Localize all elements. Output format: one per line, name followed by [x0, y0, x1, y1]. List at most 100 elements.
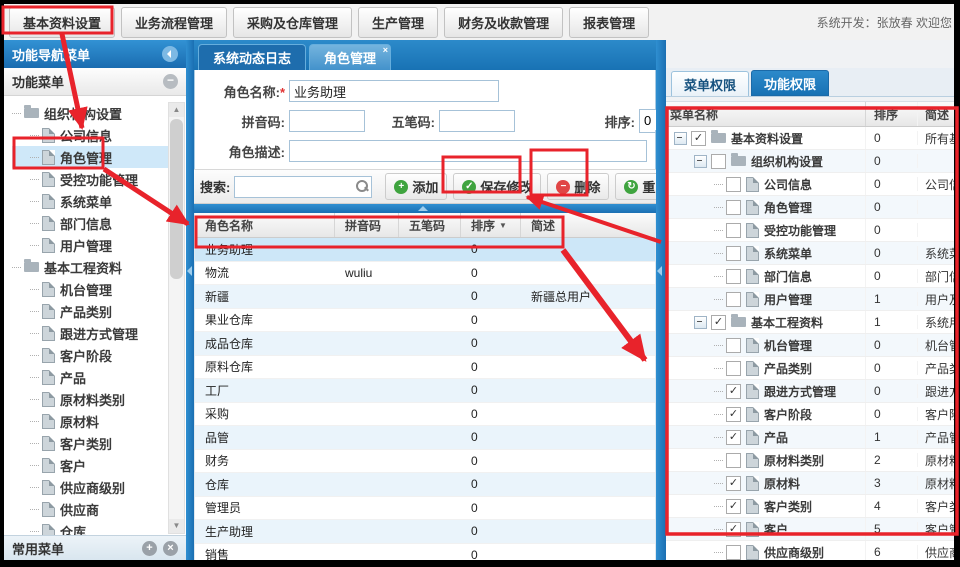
sidebar-item-7[interactable]: 基本工程资料	[12, 256, 168, 278]
tab-function-permissions[interactable]: 功能权限	[751, 70, 829, 96]
scroll-down-icon[interactable]: ▼	[169, 519, 184, 533]
top-menu-item-5[interactable]: 报表管理	[569, 7, 649, 38]
permission-row[interactable]: 部门信息0部门信	[666, 265, 954, 288]
sidebar-item-3[interactable]: 受控功能管理	[12, 168, 168, 190]
collapse-node-icon[interactable]	[674, 132, 687, 145]
table-row[interactable]: 业务助理0	[195, 238, 655, 262]
toolbar-button-0[interactable]: +添加	[385, 173, 447, 200]
table-row[interactable]: 物流wuliu0	[195, 262, 655, 286]
sidebar-item-13[interactable]: 原材料类别	[12, 388, 168, 410]
unchecked-checkbox[interactable]	[726, 177, 741, 192]
sidebar-item-14[interactable]: 原材料	[12, 410, 168, 432]
unchecked-checkbox[interactable]	[726, 545, 741, 560]
toolbar-button-2[interactable]: −删除	[547, 173, 609, 200]
table-row[interactable]: 财务0	[195, 450, 655, 474]
checked-checkbox[interactable]: ✓	[726, 407, 741, 422]
collapse-node-icon[interactable]	[694, 155, 707, 168]
top-menu-item-1[interactable]: 业务流程管理	[121, 7, 227, 38]
permission-row[interactable]: 产品类别0产品类	[666, 357, 954, 380]
unchecked-checkbox[interactable]	[726, 292, 741, 307]
table-row[interactable]: 新疆0新疆总用户	[195, 285, 655, 309]
permission-row[interactable]: ✓客户5客户管	[666, 518, 954, 541]
permission-row[interactable]: ✓基本工程资料1系统用	[666, 311, 954, 334]
unchecked-checkbox[interactable]	[726, 453, 741, 468]
sidebar-item-6[interactable]: 用户管理	[12, 234, 168, 256]
column-header-desc[interactable]: 简述	[918, 102, 954, 126]
unchecked-checkbox[interactable]	[726, 200, 741, 215]
table-row[interactable]: 原料仓库0	[195, 356, 655, 380]
search-icon[interactable]	[356, 180, 368, 192]
permission-row[interactable]: 角色管理0	[666, 196, 954, 219]
column-header-desc[interactable]: 简述	[521, 213, 655, 237]
checked-checkbox[interactable]: ✓	[711, 315, 726, 330]
scroll-up-icon[interactable]: ▲	[169, 103, 184, 117]
checked-checkbox[interactable]: ✓	[726, 499, 741, 514]
permission-row[interactable]: 受控功能管理0	[666, 219, 954, 242]
table-row[interactable]: 销售0	[195, 544, 655, 561]
permission-row[interactable]: ✓客户阶段0客户阶	[666, 403, 954, 426]
scrollbar-thumb[interactable]	[170, 119, 183, 279]
permission-row[interactable]: ✓跟进方式管理0跟进方	[666, 380, 954, 403]
sidebar-item-4[interactable]: 系统菜单	[12, 190, 168, 212]
unchecked-checkbox[interactable]	[711, 154, 726, 169]
tab-system-log[interactable]: 系统动态日志	[198, 44, 306, 70]
top-menu-item-3[interactable]: 生产管理	[358, 7, 438, 38]
right-splitter[interactable]	[656, 40, 666, 560]
sidebar-item-1[interactable]: 公司信息	[12, 124, 168, 146]
sidebar-item-17[interactable]: 供应商级别	[12, 476, 168, 498]
sidebar-item-11[interactable]: 客户阶段	[12, 344, 168, 366]
table-row[interactable]: 采购0	[195, 403, 655, 427]
column-header-role-name[interactable]: 角色名称	[195, 213, 335, 237]
top-menu-item-2[interactable]: 采购及仓库管理	[233, 7, 352, 38]
column-header-sort[interactable]: 排序▼	[461, 213, 521, 237]
permission-row[interactable]: ✓产品1产品管	[666, 426, 954, 449]
unchecked-checkbox[interactable]	[726, 269, 741, 284]
table-row[interactable]: 成品仓库0	[195, 332, 655, 356]
sidebar-item-19[interactable]: 仓库	[12, 520, 168, 535]
add-favorite-icon[interactable]: +	[142, 541, 157, 556]
remove-favorite-icon[interactable]: ×	[163, 541, 178, 556]
sidebar-item-18[interactable]: 供应商	[12, 498, 168, 520]
table-row[interactable]: 品管0	[195, 426, 655, 450]
permission-row[interactable]: 用户管理1用户及	[666, 288, 954, 311]
table-row[interactable]: 生产助理0	[195, 520, 655, 544]
sidebar-item-10[interactable]: 跟进方式管理	[12, 322, 168, 344]
table-row[interactable]: 工厂0	[195, 379, 655, 403]
sidebar-item-16[interactable]: 客户	[12, 454, 168, 476]
sidebar-item-8[interactable]: 机台管理	[12, 278, 168, 300]
checked-checkbox[interactable]: ✓	[726, 430, 741, 445]
left-splitter[interactable]	[186, 40, 194, 560]
sidebar-collapse-button[interactable]	[162, 46, 178, 62]
permission-row[interactable]: ✓原材料3原材料	[666, 472, 954, 495]
column-header-wubi[interactable]: 五笔码	[399, 213, 461, 237]
top-menu-item-4[interactable]: 财务及收款管理	[444, 7, 563, 38]
wubi-code-input[interactable]	[439, 110, 515, 132]
checked-checkbox[interactable]: ✓	[726, 384, 741, 399]
role-name-input[interactable]	[289, 80, 499, 102]
sidebar-item-5[interactable]: 部门信息	[12, 212, 168, 234]
permission-row[interactable]: 公司信息0公司信	[666, 173, 954, 196]
permission-row[interactable]: ✓客户类别4客户类	[666, 495, 954, 518]
search-input[interactable]	[234, 176, 372, 198]
column-header-menu-name[interactable]: 菜单名称	[666, 102, 866, 126]
checked-checkbox[interactable]: ✓	[691, 131, 706, 146]
column-header-sort[interactable]: 排序	[866, 102, 918, 126]
sidebar-item-2[interactable]: 角色管理	[12, 146, 168, 168]
unchecked-checkbox[interactable]	[726, 223, 741, 238]
unchecked-checkbox[interactable]	[726, 338, 741, 353]
unchecked-checkbox[interactable]	[726, 361, 741, 376]
role-description-input[interactable]	[289, 140, 647, 162]
tab-role-management[interactable]: 角色管理 ×	[309, 44, 391, 70]
column-header-pinyin[interactable]: 拼音码	[335, 213, 399, 237]
checked-checkbox[interactable]: ✓	[726, 522, 741, 537]
top-menu-item-0[interactable]: 基本资料设置	[9, 7, 115, 38]
close-tab-icon[interactable]: ×	[383, 46, 388, 55]
permission-row[interactable]: 系统菜单0系统菜	[666, 242, 954, 265]
sidebar-scrollbar[interactable]: ▲ ▼	[168, 102, 185, 534]
unchecked-checkbox[interactable]	[726, 246, 741, 261]
permission-row[interactable]: ✓基本资料设置0所有基	[666, 127, 954, 150]
sidebar-item-15[interactable]: 客户类别	[12, 432, 168, 454]
permission-row[interactable]: 原材料类别2原材料	[666, 449, 954, 472]
sidebar-item-9[interactable]: 产品类别	[12, 300, 168, 322]
checked-checkbox[interactable]: ✓	[726, 476, 741, 491]
